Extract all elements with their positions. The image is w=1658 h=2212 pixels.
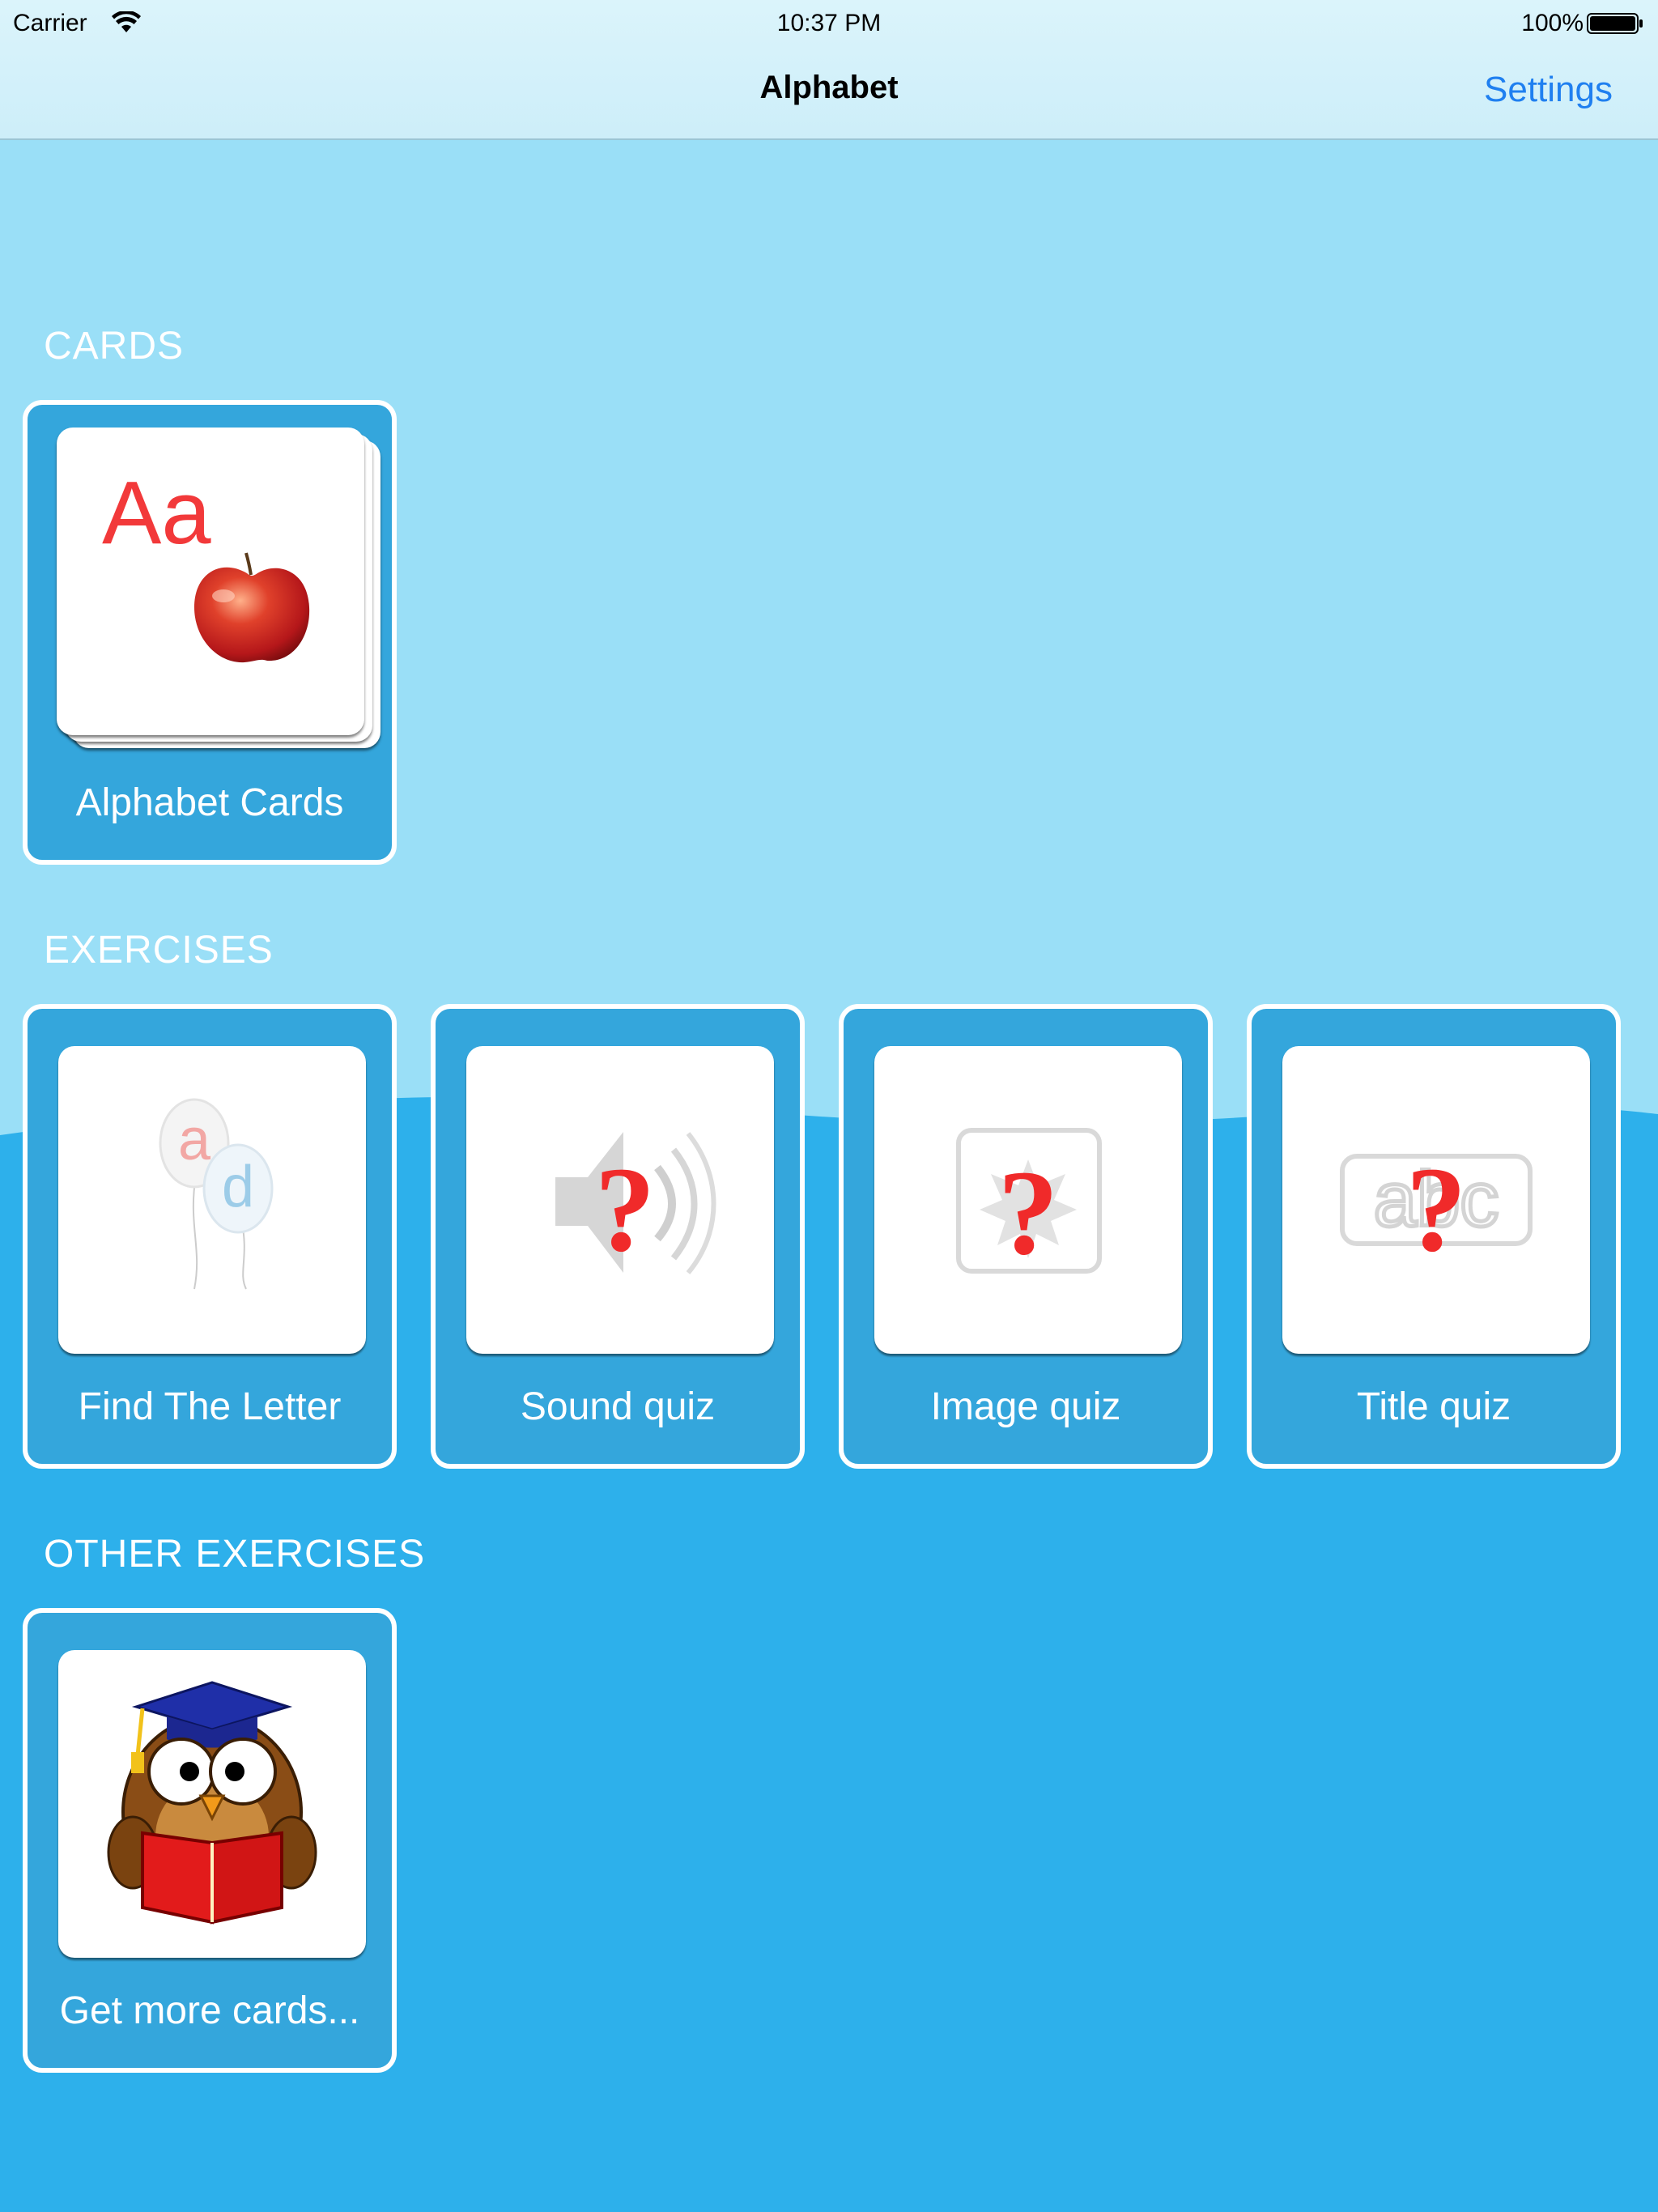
section-header-exercises: EXERCISES [44, 929, 274, 972]
tile-title-quiz[interactable]: abc ? Title quiz [1247, 1004, 1621, 1469]
image-question-icon: ? [956, 1128, 1102, 1280]
tile-image-quiz[interactable]: ? Image quiz [839, 1004, 1213, 1469]
status-battery-percent: 100% [1521, 10, 1584, 36]
tile-get-more-cards[interactable]: Get more cards... [23, 1608, 397, 2073]
tile-alphabet-cards[interactable]: Aa Alphabet Cards [23, 400, 397, 865]
owl-reading-icon [107, 1681, 317, 1925]
section-header-other-exercises: OTHER EXERCISES [44, 1533, 426, 1576]
battery-icon [1587, 13, 1643, 34]
tile-label: Alphabet Cards [75, 781, 344, 824]
tile-label: Find The Letter [78, 1385, 342, 1428]
tile-card: abc ? [1282, 1046, 1590, 1354]
tile-sound-quiz[interactable]: ? Sound quiz [431, 1004, 805, 1469]
tile-label: Title quiz [1356, 1385, 1511, 1428]
question-mark: ? [998, 1146, 1059, 1280]
tile-label: Sound quiz [520, 1385, 716, 1428]
balloon-letter-d: d [222, 1155, 254, 1219]
tile-card [58, 1650, 366, 1958]
abc-question-icon: abc ? [1340, 1142, 1533, 1277]
tile-label: Image quiz [930, 1385, 1121, 1428]
question-mark: ? [595, 1142, 656, 1277]
navigation-bar: Carrier 10:37 PM 100% Alphabet Settings [0, 0, 1658, 140]
tile-card: a d [58, 1046, 366, 1354]
tile-label: Get more cards... [59, 1989, 360, 2032]
status-time: 10:37 PM [776, 10, 882, 36]
tile-find-the-letter[interactable]: a d Find The Letter [23, 1004, 397, 1469]
speaker-question-icon: ? [555, 1132, 716, 1277]
balloons-icon: a d [159, 1098, 274, 1290]
page-title: Alphabet [759, 70, 899, 105]
tile-card: ? [466, 1046, 774, 1354]
apple-icon [194, 552, 310, 663]
balloon-letter-a: a [178, 1108, 211, 1172]
tile-card: ? [874, 1046, 1182, 1354]
card-stack-front: Aa [57, 428, 364, 735]
settings-button[interactable]: Settings [1484, 70, 1613, 110]
section-header-cards: CARDS [44, 325, 185, 368]
question-mark: ? [1406, 1142, 1467, 1277]
